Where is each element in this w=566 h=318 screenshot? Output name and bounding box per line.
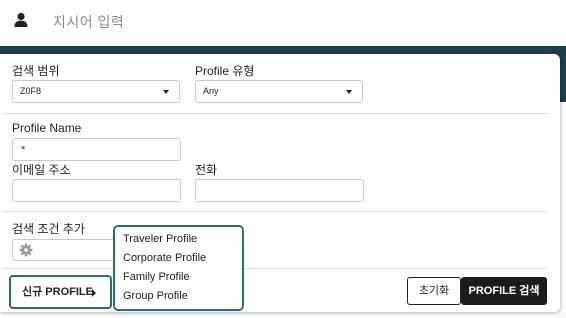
new-profile-button[interactable]: 신규 PROFILE	[9, 275, 112, 309]
reset-button[interactable]: 초기화	[407, 277, 461, 305]
profile-type-value: Any	[203, 86, 219, 96]
menu-item-corporate-profile[interactable]: Corporate Profile	[123, 252, 206, 264]
phone-label: 전화	[195, 163, 218, 177]
profile-search-button[interactable]: PROFILE 검색	[461, 277, 547, 305]
chevron-right-icon	[92, 289, 96, 297]
menu-item-traveler-profile[interactable]: Traveler Profile	[123, 233, 197, 245]
gear-icon	[19, 243, 33, 257]
profile-type-select[interactable]: Any	[195, 80, 363, 103]
command-bar: 지시어 입력	[0, 0, 566, 46]
divider	[2, 211, 547, 212]
scope-select[interactable]: Z0F8	[12, 80, 180, 103]
profile-name-label: Profile Name	[12, 121, 82, 135]
add-condition-button[interactable]	[12, 239, 116, 261]
email-label: 이메일 주소	[12, 163, 71, 177]
phone-input[interactable]	[195, 179, 364, 202]
email-input[interactable]	[12, 179, 181, 202]
profile-name-input[interactable]: *	[12, 138, 181, 161]
new-profile-menu: Traveler Profile Corporate Profile Famil…	[113, 225, 244, 311]
command-input[interactable]: 지시어 입력	[53, 12, 124, 32]
add-condition-label: 검색 조건 추가	[12, 222, 85, 236]
menu-item-group-profile[interactable]: Group Profile	[123, 290, 188, 302]
profile-type-label: Profile 유형	[195, 64, 255, 78]
divider	[2, 113, 547, 114]
chevron-down-icon	[163, 90, 169, 94]
menu-item-family-profile[interactable]: Family Profile	[123, 271, 190, 283]
divider	[2, 268, 547, 269]
scope-label: 검색 범위	[12, 64, 60, 78]
new-profile-label: 신규 PROFILE	[22, 286, 93, 298]
user-icon	[14, 12, 28, 27]
scope-value: Z0F8	[20, 86, 42, 96]
chevron-down-icon	[346, 90, 352, 94]
